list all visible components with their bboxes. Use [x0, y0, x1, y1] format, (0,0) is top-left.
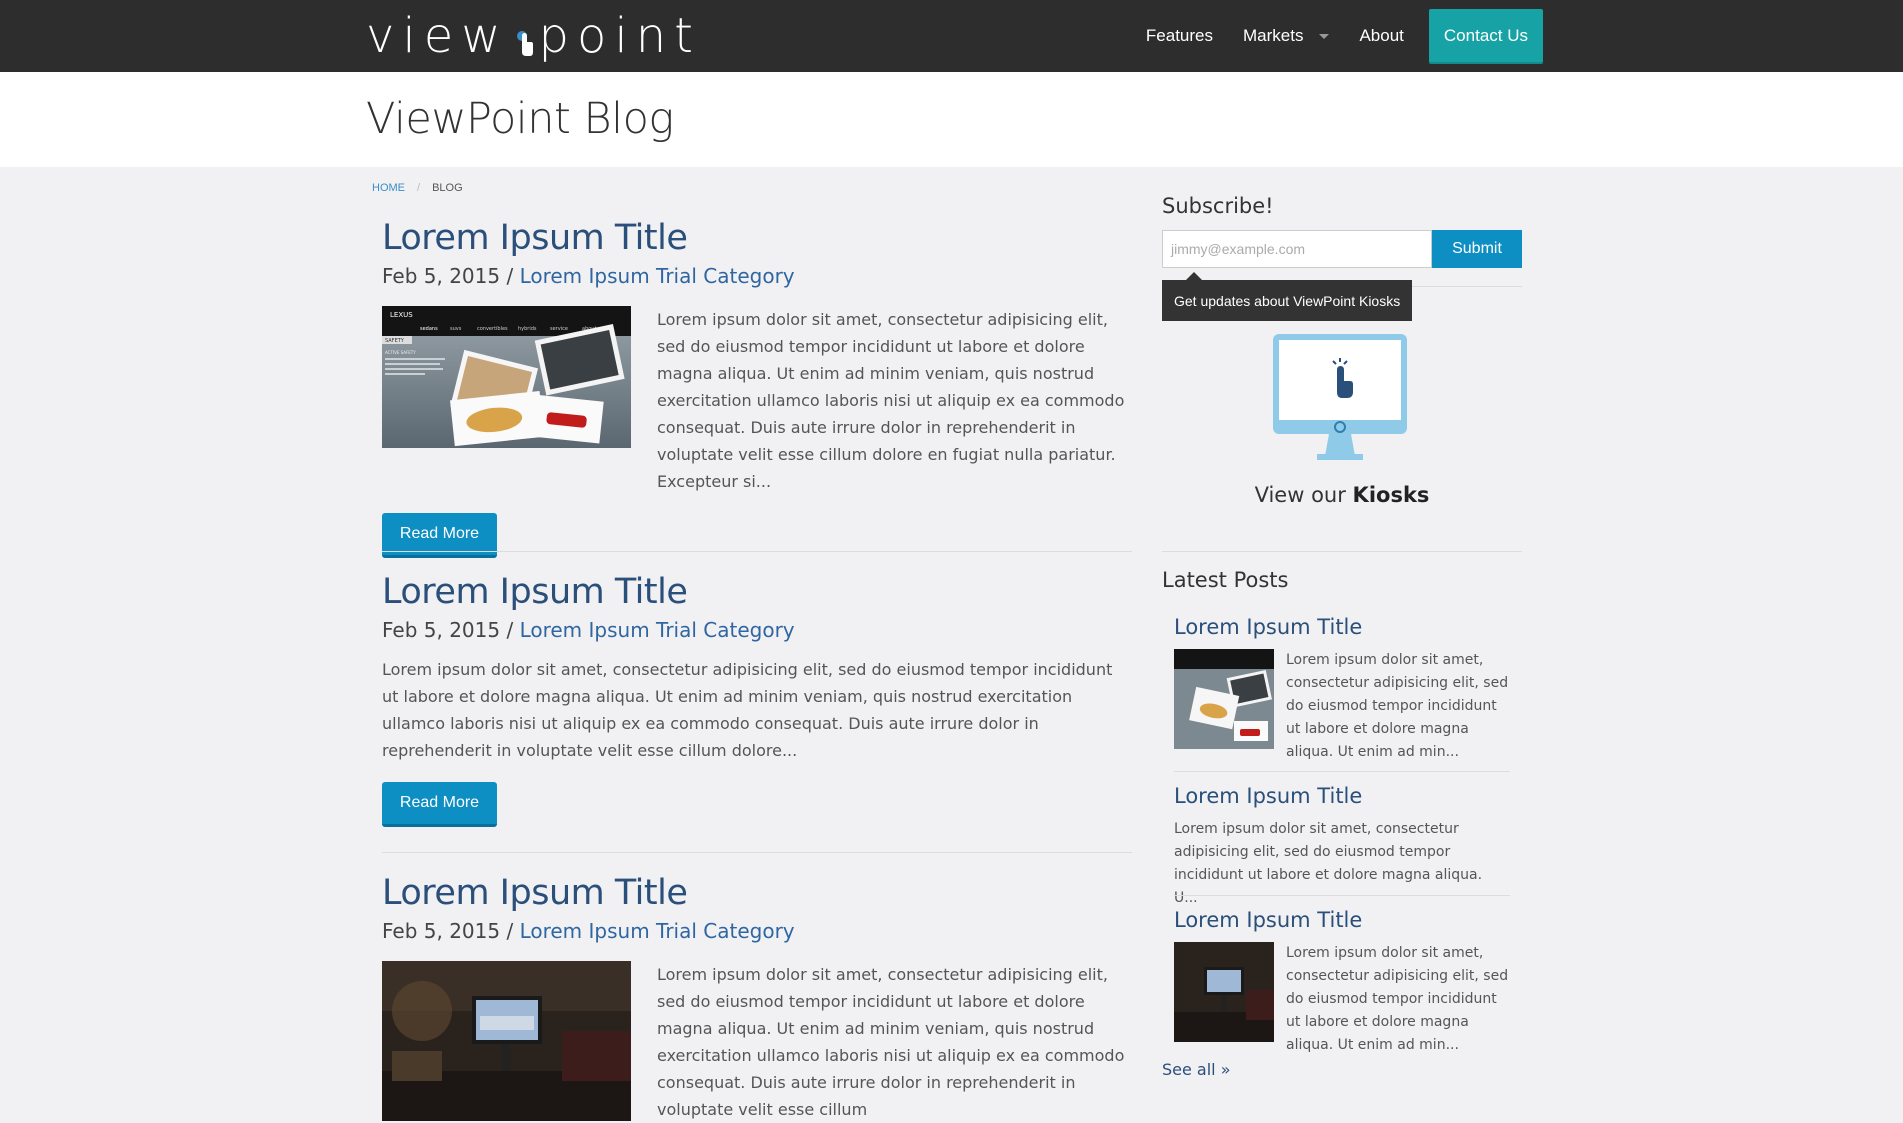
latest-post-divider: [1174, 895, 1510, 896]
latest-post-body: Lorem ipsum dolor sit amet, consectetur …: [1174, 649, 1510, 764]
page-header: ViewPoint Blog: [0, 72, 1903, 167]
thumb-brand: LEXUS: [390, 311, 413, 319]
post-date: Feb 5, 2015: [382, 618, 501, 642]
post-meta: Feb 5, 2015 / Lorem Ipsum Trial Category: [382, 919, 1132, 943]
post-date: Feb 5, 2015: [382, 264, 501, 288]
latest-post-title[interactable]: Lorem Ipsum Title: [1174, 784, 1510, 808]
see-all-link[interactable]: See all »: [1162, 1060, 1231, 1079]
post-excerpt: Lorem ipsum dolor sit amet, consectetur …: [382, 660, 1113, 760]
post-title[interactable]: Lorem Ipsum Title: [382, 873, 1132, 913]
nav-markets-label: Markets: [1243, 26, 1304, 45]
caret-down-icon: [1319, 33, 1330, 39]
blog-post: Lorem Ipsum Title Feb 5, 2015 / Lorem Ip…: [382, 218, 1132, 558]
latest-post-text: Lorem ipsum dolor sit amet, consectetur …: [1174, 821, 1483, 906]
kiosk-caption[interactable]: View our Kiosks: [1162, 483, 1522, 507]
post-body: LEXUS sedans suvs convertibles hybrids s…: [382, 306, 1132, 495]
thumb-nav-sedans: sedans: [420, 326, 438, 332]
latest-post-item: Lorem Ipsum Title Lorem ipsum dolor sit …: [1174, 615, 1510, 764]
latest-post-text: Lorem ipsum dolor sit amet, consectetur …: [1286, 945, 1509, 1053]
post-excerpt: Lorem ipsum dolor sit amet, consectetur …: [657, 965, 1125, 1119]
blog-post: Lorem Ipsum Title Feb 5, 2015 / Lorem Ip…: [382, 572, 1132, 827]
post-date: Feb 5, 2015: [382, 919, 501, 943]
breadcrumb-current: BLOG: [432, 182, 463, 194]
latest-post-thumbnail[interactable]: [1174, 649, 1274, 749]
nav-features[interactable]: Features: [1131, 26, 1228, 46]
post-body: Lorem ipsum dolor sit amet, consectetur …: [382, 961, 1132, 1123]
nav-markets[interactable]: Markets: [1228, 26, 1344, 46]
post-title[interactable]: Lorem Ipsum Title: [382, 572, 1132, 612]
latest-post-divider: [1174, 771, 1510, 772]
thumb-badge: SAFETY: [385, 338, 405, 344]
subscribe-form: jimmy@example.com Submit: [1162, 230, 1522, 268]
read-more-button[interactable]: Read More: [382, 782, 497, 827]
sidebar-divider: [1162, 551, 1522, 552]
thumb-nav-convertibles: convertibles: [477, 326, 508, 332]
thumb-nav-service: service: [550, 326, 568, 332]
contact-us-button[interactable]: Contact Us: [1428, 8, 1543, 64]
subscribe-heading: Subscribe!: [1162, 194, 1274, 218]
post-divider: [382, 852, 1132, 853]
post-meta-separator: /: [500, 919, 520, 943]
latest-post-title[interactable]: Lorem Ipsum Title: [1174, 615, 1510, 639]
post-meta-separator: /: [500, 618, 520, 642]
blog-post: Lorem Ipsum Title Feb 5, 2015 / Lorem Ip…: [382, 873, 1132, 1123]
post-divider: [382, 551, 1132, 552]
breadcrumb-separator: /: [417, 182, 421, 194]
post-meta: Feb 5, 2015 / Lorem Ipsum Trial Category: [382, 264, 1132, 288]
thumb-heading: ACTIVE SAFETY: [385, 350, 416, 355]
post-thumbnail-showroom[interactable]: [382, 961, 631, 1121]
latest-post-text: Lorem ipsum dolor sit amet, consectetur …: [1286, 652, 1509, 760]
kiosk-monitor-icon[interactable]: [1271, 332, 1411, 467]
main-nav: Features Markets About Contact Us: [1131, 0, 1543, 72]
logo-text-view: view: [366, 8, 509, 64]
post-meta: Feb 5, 2015 / Lorem Ipsum Trial Category: [382, 618, 1132, 642]
kiosk-caption-prefix: View our: [1254, 483, 1353, 507]
site-logo[interactable]: view point: [366, 8, 701, 64]
logo-text-point: point: [538, 8, 701, 64]
post-category-link[interactable]: Lorem Ipsum Trial Category: [520, 618, 795, 642]
latest-post-body: Lorem ipsum dolor sit amet, consectetur …: [1174, 942, 1510, 1057]
latest-posts-heading: Latest Posts: [1162, 568, 1289, 592]
post-excerpt: Lorem ipsum dolor sit amet, consectetur …: [657, 310, 1125, 491]
latest-post-title[interactable]: Lorem Ipsum Title: [1174, 908, 1510, 932]
page-title: ViewPoint Blog: [366, 94, 674, 144]
tooltip-arrow: [1186, 272, 1202, 280]
latest-post-item: Lorem Ipsum Title Lorem ipsum dolor sit …: [1174, 784, 1510, 910]
subscribe-tooltip: Get updates about ViewPoint Kiosks: [1162, 280, 1413, 321]
kiosk-caption-bold: Kiosks: [1352, 483, 1430, 507]
top-navbar: view point Features Markets About Contac…: [0, 0, 1903, 72]
post-thumbnail-lexus[interactable]: LEXUS sedans suvs convertibles hybrids s…: [382, 306, 631, 448]
nav-about[interactable]: About: [1344, 26, 1418, 46]
breadcrumb-home[interactable]: HOME: [372, 182, 405, 194]
post-meta-separator: /: [500, 264, 520, 288]
nav-about-label: About: [1359, 26, 1404, 45]
latest-post-thumbnail[interactable]: [1174, 942, 1274, 1042]
thumb-nav-hybrids: hybrids: [518, 326, 537, 332]
submit-button[interactable]: Submit: [1432, 230, 1522, 268]
nav-features-label: Features: [1145, 26, 1213, 45]
breadcrumb: HOME / BLOG: [372, 182, 463, 194]
pointer-hand-icon: [513, 16, 535, 56]
email-input[interactable]: jimmy@example.com: [1162, 230, 1432, 268]
post-category-link[interactable]: Lorem Ipsum Trial Category: [520, 919, 795, 943]
latest-post-item: Lorem Ipsum Title Lorem ipsum dolor sit …: [1174, 908, 1510, 1057]
post-category-link[interactable]: Lorem Ipsum Trial Category: [520, 264, 795, 288]
post-title[interactable]: Lorem Ipsum Title: [382, 218, 1132, 258]
thumb-nav-suvs: suvs: [450, 326, 462, 332]
